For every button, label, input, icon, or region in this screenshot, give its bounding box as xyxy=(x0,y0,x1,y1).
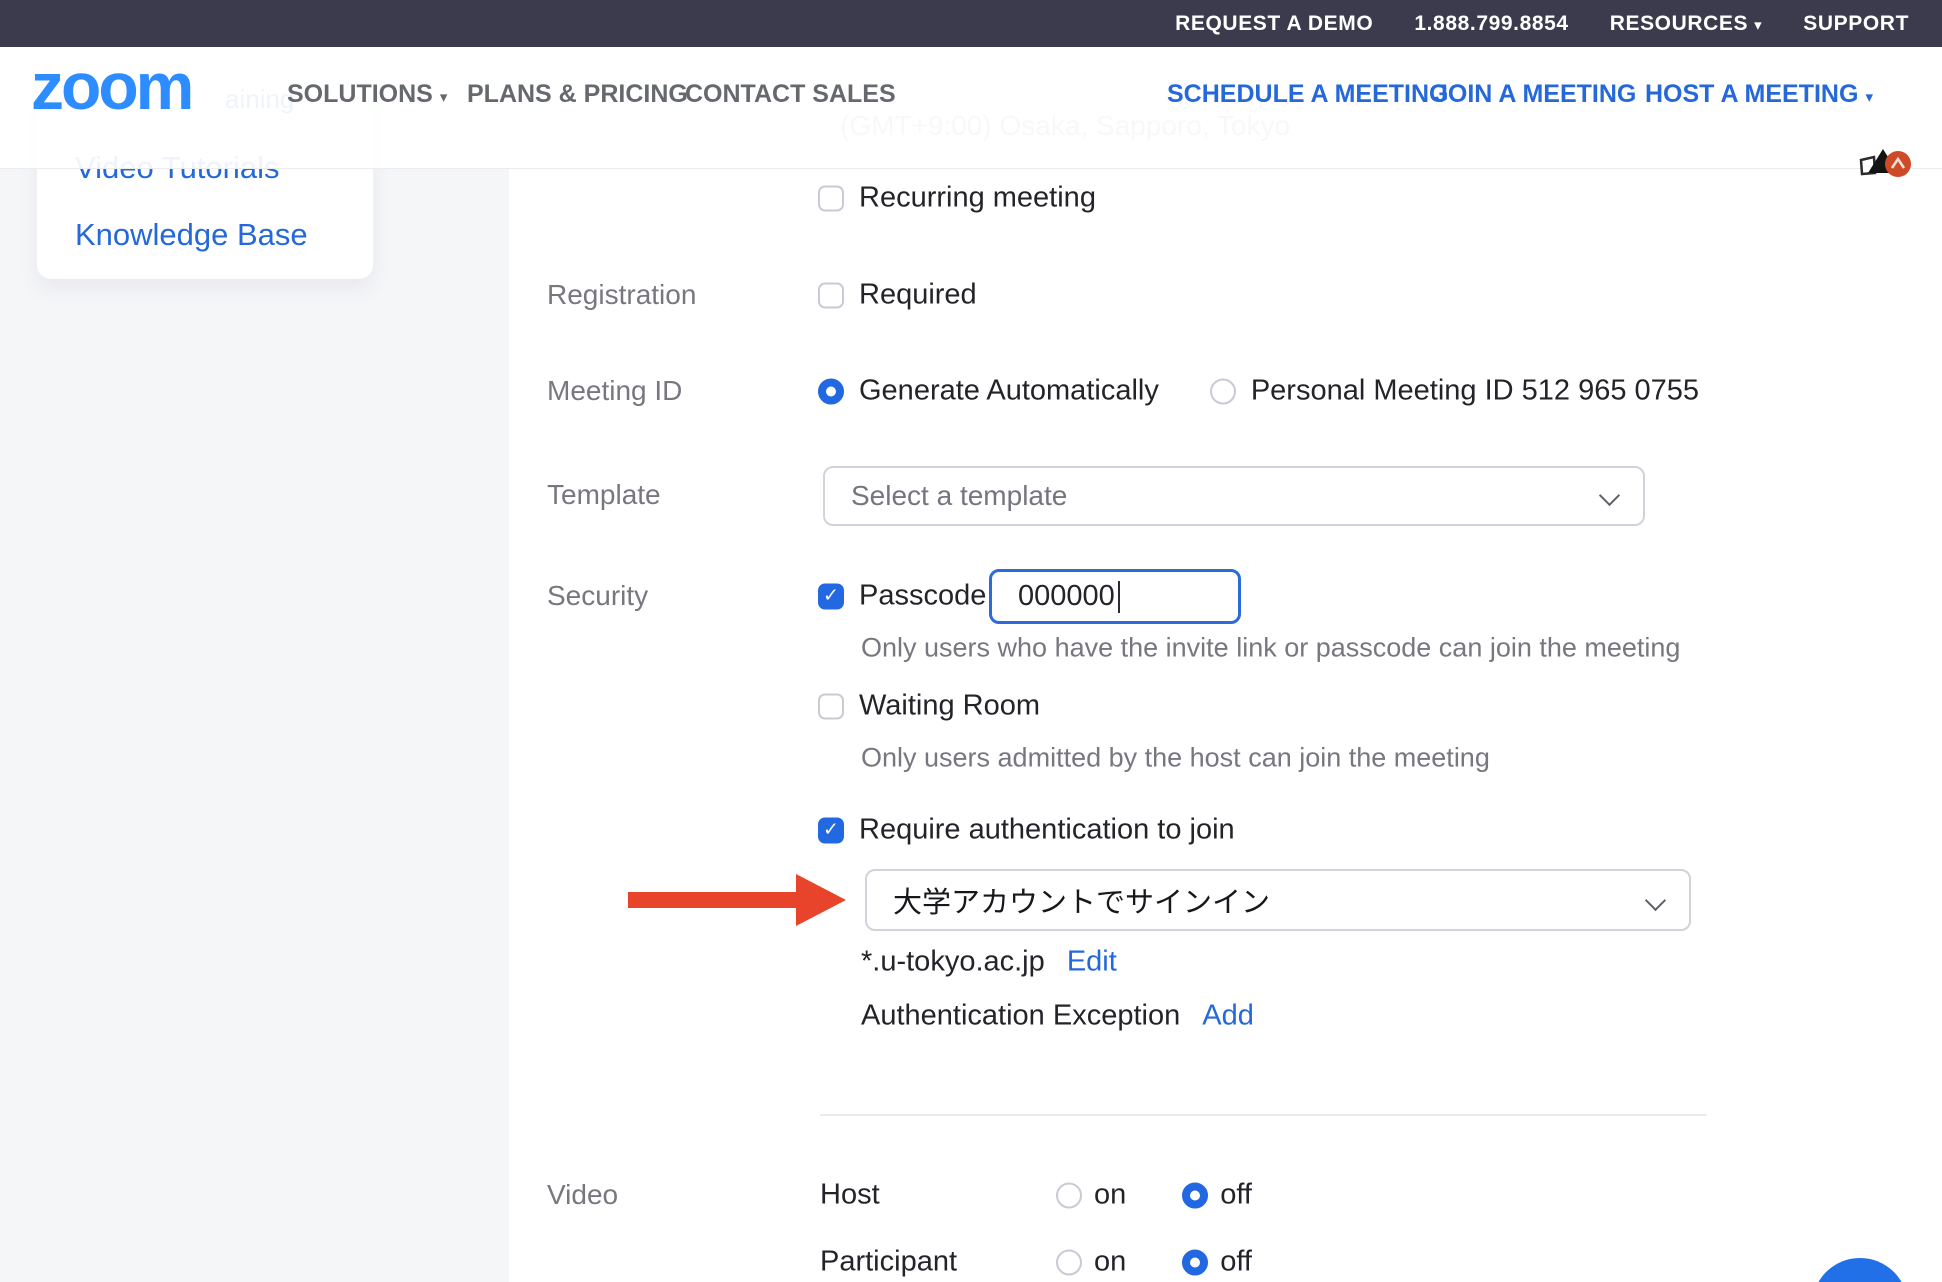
top-utility-bar: REQUEST A DEMO 1.888.799.8854 RESOURCES▾… xyxy=(0,0,1942,47)
help-chat-button[interactable] xyxy=(1812,1258,1908,1282)
nav-contact-sales-link[interactable]: CONTACT SALES xyxy=(685,80,896,109)
participant-off-label[interactable]: off xyxy=(1220,1246,1252,1279)
check-icon: ✓ xyxy=(823,587,839,606)
template-select[interactable]: Select a template xyxy=(823,466,1645,526)
passcode-hint: Only users who have the invite link or p… xyxy=(861,633,1680,664)
support-link[interactable]: SUPPORT xyxy=(1803,12,1909,36)
phone-number-link[interactable]: 1.888.799.8854 xyxy=(1414,12,1568,36)
nav-join-a-meeting-link[interactable]: JOIN A MEETING xyxy=(1434,80,1636,109)
chevron-down-icon: ▾ xyxy=(440,89,448,106)
generate-automatically-label[interactable]: Generate Automatically xyxy=(859,375,1159,408)
avatar-sun-shape xyxy=(1885,151,1911,177)
auth-exception-text: Authentication Exception xyxy=(861,1000,1180,1032)
zoom-schedule-meeting-page: Video Tutorials Knowledge Base (GMT+9:00… xyxy=(0,0,1942,1282)
registration-required-label[interactable]: Required xyxy=(859,279,977,312)
chevron-down-icon xyxy=(1645,890,1666,911)
chevron-down-icon: ▾ xyxy=(1865,89,1873,106)
video-label: Video xyxy=(547,1179,618,1211)
personal-meeting-id-label[interactable]: Personal Meeting ID 512 965 0755 xyxy=(1251,375,1699,408)
meeting-id-row: Generate Automatically Personal Meeting … xyxy=(818,375,1699,408)
waiting-room-checkbox[interactable] xyxy=(818,693,844,719)
request-a-demo-link[interactable]: REQUEST A DEMO xyxy=(1175,12,1373,36)
main-navbar: zoom SOLUTIONS▾ PLANS & PRICING CONTACT … xyxy=(0,47,1942,169)
registration-required-checkbox[interactable] xyxy=(818,282,844,308)
sidebar-item-knowledge-base[interactable]: Knowledge Base xyxy=(75,217,308,253)
auth-exception-row: Authentication Exception Add xyxy=(861,1000,1254,1033)
check-icon: ✓ xyxy=(823,821,839,840)
host-label: Host xyxy=(820,1179,880,1212)
host-off-label[interactable]: off xyxy=(1220,1179,1252,1212)
recurring-meeting-label[interactable]: Recurring meeting xyxy=(859,182,1096,215)
auth-method-select[interactable]: 大学アカウントでサインイン xyxy=(865,869,1691,931)
host-on-radio[interactable] xyxy=(1056,1182,1082,1208)
text-cursor xyxy=(1118,581,1120,613)
zoom-logo[interactable]: zoom xyxy=(31,53,191,119)
template-select-value: Select a template xyxy=(851,480,1067,512)
section-divider xyxy=(820,1114,1707,1116)
auth-method-value: 大学アカウントでサインイン xyxy=(893,879,1270,921)
host-onoff-group: on off xyxy=(1056,1179,1252,1212)
participant-off-radio[interactable] xyxy=(1182,1249,1208,1275)
require-auth-checkbox[interactable]: ✓ xyxy=(818,817,844,843)
host-on-label[interactable]: on xyxy=(1094,1179,1126,1212)
waiting-room-label[interactable]: Waiting Room xyxy=(859,690,1040,723)
require-auth-label[interactable]: Require authentication to join xyxy=(859,814,1235,847)
passcode-row: ✓ Passcode xyxy=(818,580,986,613)
resources-menu[interactable]: RESOURCES▾ xyxy=(1610,12,1763,36)
generate-automatically-radio[interactable] xyxy=(818,378,844,404)
host-off-radio[interactable] xyxy=(1182,1182,1208,1208)
add-link[interactable]: Add xyxy=(1202,1000,1254,1032)
waiting-room-row: Waiting Room xyxy=(818,690,1040,723)
waiting-room-hint: Only users admitted by the host can join… xyxy=(861,743,1490,774)
recurring-meeting-row: Recurring meeting xyxy=(818,182,1096,215)
profile-avatar[interactable] xyxy=(1858,141,1912,179)
edit-link[interactable]: Edit xyxy=(1067,946,1117,978)
registration-label: Registration xyxy=(547,279,696,311)
registration-row: Required xyxy=(818,279,977,312)
template-label: Template xyxy=(547,479,661,511)
passcode-value: 000000 xyxy=(1018,580,1115,613)
chevron-down-icon: ▾ xyxy=(1754,17,1762,34)
passcode-checkbox[interactable]: ✓ xyxy=(818,583,844,609)
nav-schedule-a-meeting-link[interactable]: SCHEDULE A MEETING xyxy=(1167,80,1449,109)
nav-plans-pricing-link[interactable]: PLANS & PRICING xyxy=(467,80,688,109)
participant-on-label[interactable]: on xyxy=(1094,1246,1126,1279)
personal-meeting-id-radio[interactable] xyxy=(1210,378,1236,404)
recurring-meeting-checkbox[interactable] xyxy=(818,185,844,211)
passcode-label[interactable]: Passcode xyxy=(859,580,986,613)
passcode-input[interactable]: 000000 xyxy=(989,569,1241,624)
auth-domain-text: *.u-tokyo.ac.jp xyxy=(861,946,1045,978)
participant-onoff-group: on off xyxy=(1056,1246,1252,1279)
auth-domain-row: *.u-tokyo.ac.jp Edit xyxy=(861,946,1117,979)
chevron-down-icon xyxy=(1599,485,1620,506)
nav-host-a-meeting-menu[interactable]: HOST A MEETING▾ xyxy=(1645,80,1873,109)
participant-on-radio[interactable] xyxy=(1056,1249,1082,1275)
participant-label: Participant xyxy=(820,1246,957,1279)
security-label: Security xyxy=(547,580,648,612)
meeting-id-label: Meeting ID xyxy=(547,375,682,407)
red-arrow-annotation xyxy=(628,871,848,929)
require-auth-row: ✓ Require authentication to join xyxy=(818,814,1235,847)
nav-solutions-menu[interactable]: SOLUTIONS▾ xyxy=(287,80,447,109)
